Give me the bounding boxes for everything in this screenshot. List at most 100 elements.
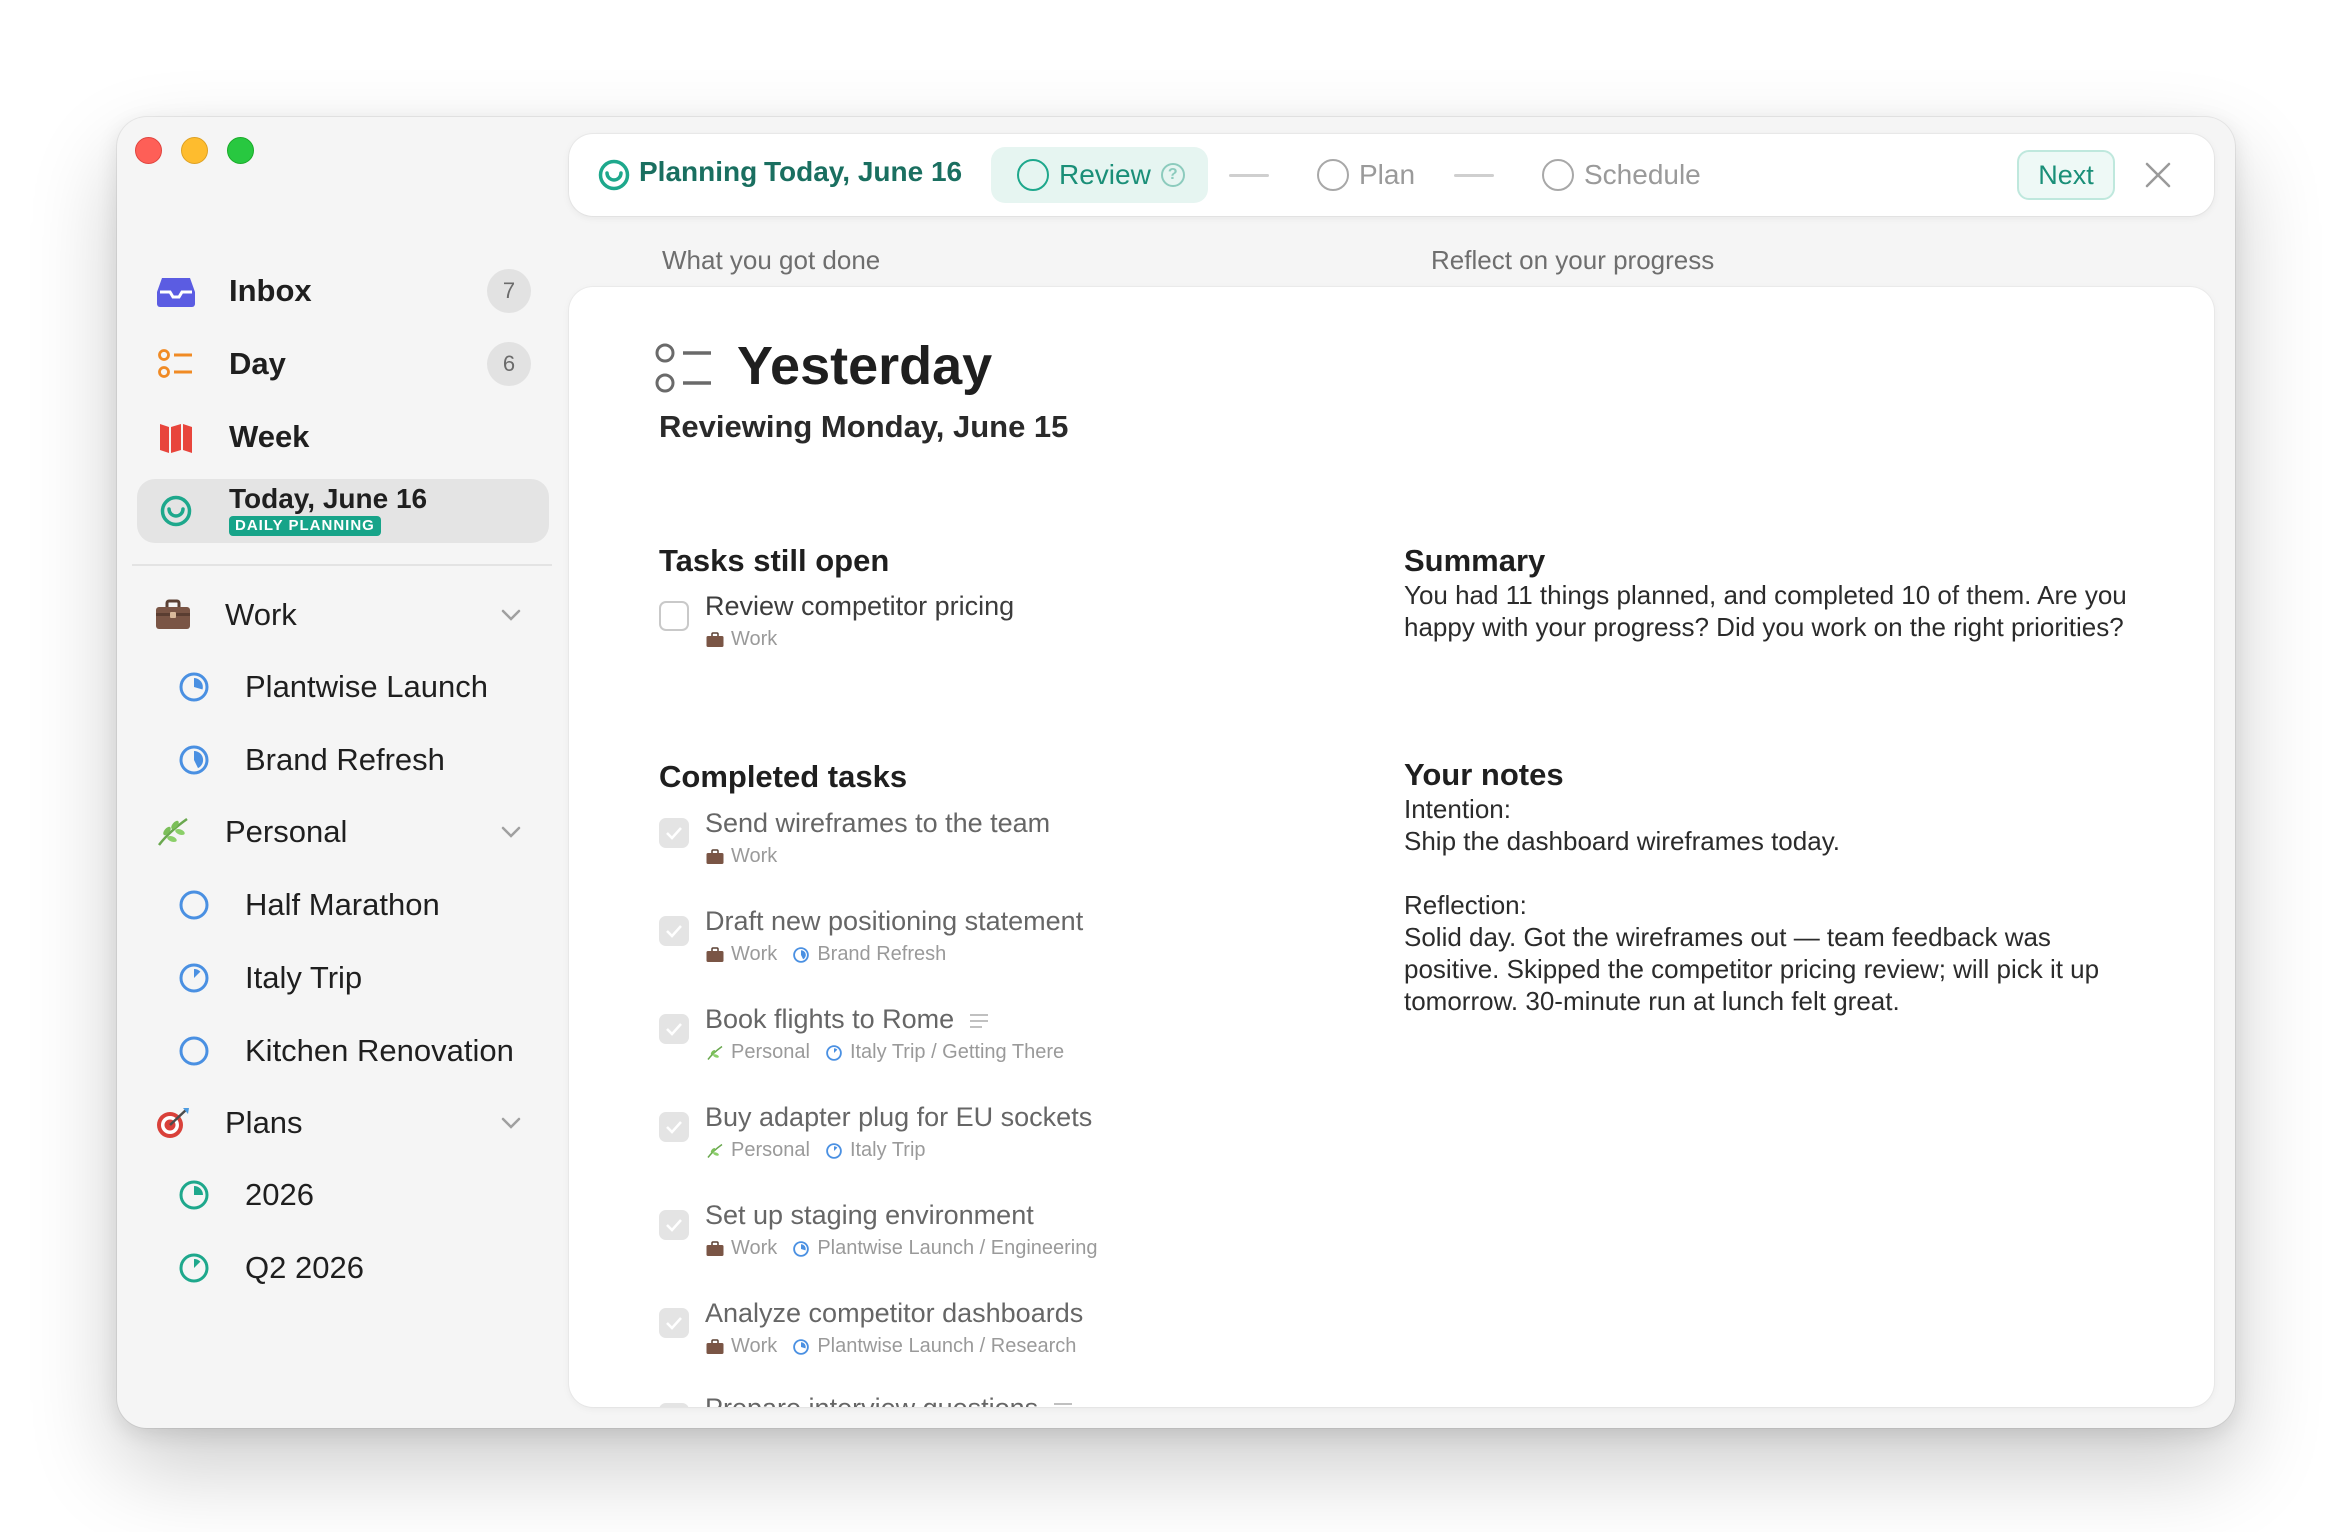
- task-item[interactable]: Buy adapter plug for EU sockets Personal…: [659, 1102, 1379, 1182]
- task-checkbox[interactable]: [659, 916, 689, 946]
- sidebar-project-half-marathon[interactable]: Half Marathon: [137, 877, 549, 933]
- sidebar-item-label: Today, June 16: [229, 483, 428, 514]
- task-checkbox[interactable]: [659, 1308, 689, 1338]
- chevron-down-icon[interactable]: [497, 818, 525, 846]
- task-checkbox[interactable]: [659, 1210, 689, 1240]
- task-checkbox[interactable]: [659, 818, 689, 848]
- step-plan[interactable]: Plan: [1317, 149, 1415, 201]
- project-progress-icon: [179, 963, 209, 993]
- task-name: Analyze competitor dashboards: [705, 1298, 1084, 1328]
- sidebar: Inbox 7 Day 6 Week Today, June 16 DAILY …: [117, 117, 559, 1428]
- task-item[interactable]: Draft new positioning statement Work Bra…: [659, 906, 1379, 986]
- sidebar-item-today[interactable]: Today, June 16 DAILY PLANNING: [137, 479, 549, 543]
- project-progress-icon: [824, 1141, 844, 1161]
- sidebar-item-label: Day: [229, 346, 286, 381]
- review-title: Yesterday: [737, 336, 993, 396]
- briefcase-icon: [705, 1337, 725, 1357]
- notes-icon: [1054, 1402, 1073, 1405]
- target-icon: [153, 1103, 193, 1143]
- daily-planning-tag: DAILY PLANNING: [229, 516, 381, 536]
- task-meta: Work Brand Refresh: [705, 943, 946, 966]
- step-review[interactable]: Review ?: [1017, 149, 1185, 201]
- calendar-columns-icon: [157, 418, 195, 456]
- sidebar-project-italy-trip[interactable]: Italy Trip: [137, 950, 549, 1006]
- step-circle-icon: [1317, 159, 1349, 191]
- project-label: Brand Refresh: [245, 742, 445, 777]
- notes-title: Your notes: [1404, 757, 1564, 792]
- project-progress-icon: [824, 1043, 844, 1063]
- planning-date: Today, June 16: [764, 156, 963, 187]
- briefcase-icon: [705, 945, 725, 965]
- sidebar-project-brand-refresh[interactable]: Brand Refresh: [137, 732, 549, 788]
- sidebar-item-week[interactable]: Week: [137, 406, 549, 468]
- task-item[interactable]: Send wireframes to the team Work: [659, 808, 1379, 888]
- group-label: Work: [225, 597, 297, 632]
- sidebar-project-kitchen-renovation[interactable]: Kitchen Renovation: [137, 1023, 549, 1079]
- close-icon[interactable]: [2141, 158, 2175, 192]
- step-circle-icon: [1542, 159, 1574, 191]
- checklist-icon: [157, 345, 195, 383]
- inbox-icon: [157, 272, 195, 310]
- sidebar-group-personal[interactable]: Personal: [137, 804, 549, 860]
- step-label: Schedule: [1584, 159, 1701, 190]
- sidebar-plan-q2-2026[interactable]: Q2 2026: [137, 1240, 549, 1296]
- project-progress-icon: [179, 745, 209, 775]
- task-area: Personal: [731, 1041, 810, 1063]
- step-separator: [1229, 174, 1269, 177]
- project-progress-icon: [791, 1239, 811, 1259]
- right-column-header: Reflect on your progress: [1431, 245, 1715, 275]
- planning-icon: [598, 159, 630, 191]
- sidebar-group-work[interactable]: Work: [137, 587, 549, 643]
- task-name: Prepare interview questions: [705, 1393, 1074, 1407]
- project-label: Italy Trip: [245, 960, 363, 995]
- step-separator: [1454, 174, 1494, 177]
- task-name: Send wireframes to the team: [705, 808, 1051, 838]
- sidebar-item-day[interactable]: Day 6: [137, 333, 549, 395]
- task-project: Plantwise Launch / Engineering: [817, 1237, 1098, 1259]
- sidebar-plan-2026[interactable]: 2026: [137, 1167, 549, 1223]
- task-project: Plantwise Launch / Research: [817, 1335, 1077, 1357]
- summary-title: Summary: [1404, 543, 1546, 578]
- project-progress-icon: [179, 890, 209, 920]
- plan-label: 2026: [245, 1177, 314, 1212]
- left-column-header: What you got done: [662, 245, 881, 275]
- next-button[interactable]: Next: [2017, 150, 2115, 200]
- task-checkbox[interactable]: [659, 601, 689, 631]
- task-name: Review competitor pricing: [705, 591, 1015, 621]
- task-item[interactable]: Prepare interview questions: [659, 1393, 1379, 1407]
- sidebar-project-plantwise-launch[interactable]: Plantwise Launch: [137, 659, 549, 715]
- day-count-badge: 6: [487, 342, 531, 386]
- sidebar-item-inbox[interactable]: Inbox 7: [137, 260, 549, 322]
- task-item[interactable]: Review competitor pricing Work: [659, 591, 1379, 671]
- task-item[interactable]: Set up staging environment Work Plantwis…: [659, 1200, 1379, 1280]
- help-icon[interactable]: ?: [1160, 163, 1185, 187]
- task-item[interactable]: Book flights to Rome Personal Italy Trip…: [659, 1004, 1379, 1084]
- task-checkbox[interactable]: [659, 1014, 689, 1044]
- notes-text[interactable]: Intention: Ship the dashboard wireframes…: [1404, 793, 2134, 1017]
- step-schedule[interactable]: Schedule: [1542, 149, 1701, 201]
- chevron-down-icon[interactable]: [497, 601, 525, 629]
- briefcase-icon: [705, 847, 725, 867]
- chevron-down-icon[interactable]: [497, 1109, 525, 1137]
- project-progress-icon: [791, 945, 811, 965]
- project-label: Half Marathon: [245, 887, 440, 922]
- summary-section: Summary You had 11 things planned, and c…: [1404, 543, 2134, 643]
- task-meta: Work Plantwise Launch / Research: [705, 1335, 1076, 1358]
- planning-toolbar: Planning Today, June 16 Review ? Plan Sc…: [569, 134, 2214, 216]
- task-checkbox[interactable]: [659, 1112, 689, 1142]
- leaf-icon: [705, 1043, 725, 1063]
- app-window: Inbox 7 Day 6 Week Today, June 16 DAILY …: [117, 117, 2235, 1428]
- task-meta: Work: [705, 845, 777, 868]
- step-circle-icon: [1017, 159, 1049, 191]
- task-checkbox[interactable]: [659, 1403, 689, 1407]
- project-label: Kitchen Renovation: [245, 1033, 514, 1068]
- notes-section: Your notes Intention: Ship the dashboard…: [1404, 757, 2134, 1017]
- sidebar-group-plans[interactable]: Plans: [137, 1095, 549, 1151]
- task-name: Book flights to Rome: [705, 1004, 990, 1035]
- sidebar-item-label: Inbox: [229, 273, 312, 308]
- task-item[interactable]: Analyze competitor dashboards Work Plant…: [659, 1298, 1379, 1378]
- task-project: Italy Trip / Getting There: [849, 1041, 1065, 1063]
- step-label: Plan: [1359, 159, 1416, 190]
- task-area: Work: [731, 845, 778, 867]
- project-progress-icon: [179, 672, 209, 702]
